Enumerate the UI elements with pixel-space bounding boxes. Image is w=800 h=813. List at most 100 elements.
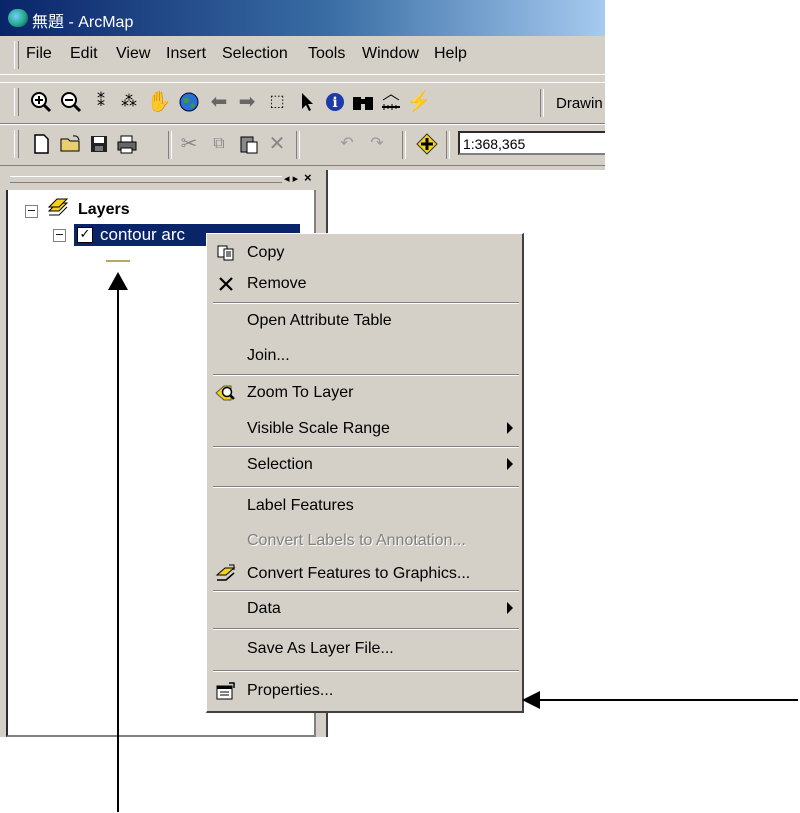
toc-drag-handle[interactable] [10, 176, 282, 183]
select-elements-icon[interactable] [294, 89, 320, 115]
toolbar-separator [446, 131, 450, 159]
zoom-out-icon[interactable] [58, 89, 84, 115]
annotation-arrow-left-head [522, 691, 540, 709]
menu-separator [213, 486, 519, 488]
menu-insert[interactable]: Insert [166, 45, 206, 63]
ctx-zoom-to-layer[interactable]: Zoom To Layer [207, 378, 523, 408]
measure-icon[interactable] [378, 89, 404, 115]
ctx-label: Label Features [247, 497, 354, 514]
menu-separator [213, 670, 519, 672]
annotation-arrow-up-head [108, 272, 128, 290]
redo-icon[interactable]: ↷ [364, 131, 390, 157]
add-data-icon[interactable] [414, 131, 440, 157]
ctx-copy[interactable]: Copy [207, 238, 523, 268]
toolbar-grip[interactable] [14, 88, 19, 116]
ctx-label: Properties... [247, 682, 334, 699]
ctx-join[interactable]: Join... [207, 341, 523, 371]
fixed-zoom-out-icon[interactable]: ⁂ [116, 89, 142, 115]
autohide-pin-icon[interactable]: ◂ ▸ [284, 172, 298, 185]
zoom-to-layer-icon [215, 383, 237, 403]
ctx-visible-scale-range[interactable]: Visible Scale Range [207, 414, 523, 444]
menu-separator [213, 628, 519, 630]
toolbar-separator [168, 131, 172, 159]
ctx-label: Convert Features to Graphics... [247, 565, 471, 582]
layer-context-menu: Copy Remove Open Attribute Table Join...… [206, 233, 524, 713]
ctx-label-features[interactable]: Label Features [207, 491, 523, 521]
undo-icon[interactable]: ↶ [334, 131, 360, 157]
layer-collapse-icon[interactable]: − [53, 229, 66, 242]
new-document-icon[interactable] [28, 131, 54, 157]
select-features-icon[interactable]: ⬚ [264, 89, 290, 115]
ctx-label: Open Attribute Table [247, 312, 392, 329]
pan-icon[interactable]: ✋ [146, 89, 172, 115]
menu-tools[interactable]: Tools [308, 45, 345, 63]
menu-edit[interactable]: Edit [70, 45, 98, 63]
ctx-data[interactable]: Data [207, 594, 523, 624]
submenu-arrow-icon [507, 458, 513, 470]
forward-extent-icon[interactable]: ➡ [234, 89, 260, 115]
layers-collapse-icon[interactable]: − [25, 205, 38, 218]
toolbar-separator [402, 131, 406, 159]
ctx-label: Join... [247, 347, 290, 364]
ctx-remove[interactable]: Remove [207, 269, 523, 299]
back-extent-icon[interactable]: ⬅ [206, 89, 232, 115]
full-extent-icon[interactable] [176, 89, 202, 115]
open-folder-icon[interactable] [58, 131, 84, 157]
layer-name: contour arc [100, 225, 186, 244]
save-icon[interactable] [86, 131, 112, 157]
ctx-label: Visible Scale Range [247, 420, 390, 437]
toolbar-separator [296, 131, 300, 159]
line-symbol-swatch[interactable] [106, 260, 130, 262]
title-bar[interactable]: 無題 - ArcMap [0, 0, 605, 36]
print-icon[interactable] [114, 131, 140, 157]
zoom-in-icon[interactable] [28, 89, 54, 115]
menu-help[interactable]: Help [434, 45, 467, 63]
hyperlink-icon[interactable]: ⚡ [406, 89, 432, 115]
remove-icon [215, 274, 237, 294]
convert-graphics-icon [215, 564, 237, 584]
toolbar-grip[interactable] [14, 130, 19, 158]
layer-visibility-checkbox[interactable]: ✓ [77, 227, 93, 243]
annotation-arrow-left-line [536, 699, 798, 701]
arcmap-globe-icon [8, 9, 28, 27]
cut-icon[interactable]: ✂ [176, 131, 202, 157]
menu-view[interactable]: View [116, 45, 150, 63]
menu-bar: File Edit View Insert Selection Tools Wi… [0, 36, 605, 75]
standard-toolbar: ✂ ⧉ ✕ ↶ ↷ 1:368,365 [0, 124, 605, 166]
menu-file[interactable]: File [26, 45, 52, 63]
layers-stack-icon [47, 198, 69, 216]
ctx-label: Save As Layer File... [247, 640, 394, 657]
svg-text:i: i [332, 95, 337, 111]
ctx-save-as-layer-file[interactable]: Save As Layer File... [207, 634, 523, 664]
submenu-arrow-icon [507, 602, 513, 614]
menu-separator [213, 374, 519, 376]
identify-icon[interactable]: i [322, 89, 348, 115]
map-scale-input[interactable]: 1:368,365 [458, 131, 605, 155]
ctx-properties[interactable]: Properties... [207, 676, 523, 706]
toc-title-bar[interactable]: ◂ ▸ × [6, 170, 318, 190]
toolbar-separator [540, 89, 544, 117]
submenu-arrow-icon [507, 422, 513, 434]
ctx-label: Convert Labels to Annotation... [247, 532, 466, 549]
drawing-toolbar-label[interactable]: Drawin [556, 95, 603, 112]
ctx-open-attribute-table[interactable]: Open Attribute Table [207, 306, 523, 336]
window-title: 無題 - ArcMap [32, 14, 134, 31]
annotation-arrow-up-line [117, 286, 119, 812]
menu-separator [213, 590, 519, 592]
menu-window[interactable]: Window [362, 45, 419, 63]
find-icon[interactable] [350, 89, 376, 115]
menubar-grip[interactable] [14, 41, 19, 69]
menu-selection[interactable]: Selection [222, 45, 288, 63]
ctx-convert-features-to-graphics[interactable]: Convert Features to Graphics... [207, 559, 523, 589]
ctx-selection[interactable]: Selection [207, 450, 523, 480]
paste-icon[interactable] [236, 131, 262, 157]
fixed-zoom-in-icon[interactable]: ⁑ [88, 89, 114, 115]
ctx-label: Copy [247, 244, 285, 261]
properties-icon [215, 681, 237, 701]
delete-icon[interactable]: ✕ [264, 131, 290, 157]
menu-separator [213, 446, 519, 448]
layers-root-label[interactable]: Layers [78, 201, 130, 219]
menu-separator [213, 302, 519, 304]
copy-toolbar-icon[interactable]: ⧉ [206, 131, 232, 157]
close-icon[interactable]: × [304, 170, 312, 185]
